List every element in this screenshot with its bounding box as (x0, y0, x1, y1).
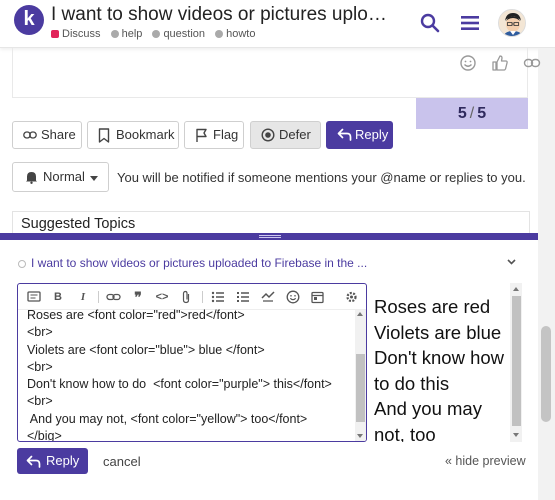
preview-scrollbar-thumb[interactable] (512, 296, 521, 426)
category-badge-icon (51, 30, 59, 38)
preview-line: Violets are blue (374, 321, 502, 343)
tag-howto[interactable]: howto (215, 28, 255, 40)
bookmark-icon (98, 128, 110, 143)
defer-label: Defer (279, 127, 311, 142)
flag-label: Flag (213, 127, 239, 142)
flag-icon (196, 128, 207, 142)
composer-reply-to[interactable]: I want to show videos or pictures upload… (18, 256, 367, 270)
topic-title[interactable]: I want to show videos or pictures upload… (51, 4, 396, 26)
defer-circle-icon (261, 128, 275, 142)
link-icon (23, 131, 37, 139)
tag-label: help (121, 28, 143, 40)
page-scrollbar-thumb[interactable] (541, 326, 551, 422)
tag-label: question (163, 28, 206, 40)
reply-label: Reply (355, 127, 389, 142)
caret-down-icon (90, 176, 98, 181)
smile-icon[interactable] (459, 54, 477, 72)
progress-separator: / (469, 105, 475, 122)
like-icon[interactable] (491, 54, 509, 72)
category-label: Discuss (62, 28, 101, 40)
avatar-image-icon (499, 10, 525, 36)
quote-icon[interactable] (27, 290, 41, 304)
cancel-link[interactable]: cancel (103, 454, 141, 469)
category-discuss[interactable]: Discuss (51, 28, 101, 40)
hide-details-icon[interactable] (261, 290, 275, 304)
scroll-up-arrow-icon[interactable] (357, 312, 363, 316)
progress-total: 5 (477, 105, 487, 122)
page-scrollbar[interactable] (538, 48, 555, 500)
site-logo[interactable]: k (14, 5, 44, 35)
emoji-icon[interactable] (286, 290, 300, 304)
bold-icon[interactable]: B (52, 290, 64, 304)
tag-question[interactable]: question (152, 28, 205, 40)
preview-line: Roses are red (374, 296, 491, 317)
user-avatar[interactable] (498, 9, 526, 37)
numbered-list-icon[interactable] (236, 290, 250, 304)
italic-icon[interactable]: I (77, 290, 89, 304)
preview-line: And you may (374, 398, 482, 419)
editor-scrollbar-thumb[interactable] (356, 354, 365, 422)
hide-preview-link[interactable]: « hide preview (445, 454, 526, 468)
tag-label: howto (226, 28, 256, 40)
bell-icon (26, 172, 37, 184)
breadcrumb: Discuss help question howto (51, 28, 262, 40)
site-header: k I want to show videos or pictures uplo… (0, 0, 555, 48)
progress-current: 5 (457, 105, 467, 122)
defer-button[interactable]: Defer (250, 121, 321, 149)
blockquote-icon[interactable]: ❞ (131, 290, 145, 304)
link-icon[interactable] (523, 54, 541, 72)
preview-content: Roses are red Violets are blue Don't kno… (374, 294, 510, 442)
notification-level-dropdown[interactable]: Normal (12, 162, 109, 192)
upload-paperclip-icon[interactable] (180, 290, 192, 304)
scroll-down-arrow-icon[interactable] (357, 434, 363, 438)
search-icon[interactable] (419, 12, 441, 34)
scroll-up-arrow-icon[interactable] (513, 287, 519, 291)
composer-preview: Roses are red Violets are blue Don't kno… (372, 283, 524, 442)
share-button[interactable]: Share (12, 121, 82, 149)
post-body (12, 48, 528, 98)
reply-to-dot-icon (18, 260, 26, 268)
preview-line: Don't know how (374, 347, 505, 368)
hamburger-menu-icon[interactable] (459, 12, 481, 34)
hyperlink-icon[interactable] (106, 290, 121, 304)
editor-textarea[interactable]: Roses are <font color="red">red</font> <… (27, 307, 352, 441)
reply-arrow-icon (26, 455, 41, 468)
reply-button[interactable]: Reply (326, 121, 393, 149)
tag-dot-icon (110, 30, 119, 38)
tag-dot-icon (152, 30, 161, 38)
share-label: Share (41, 127, 76, 142)
gear-icon[interactable] (345, 290, 358, 304)
notification-description: You will be notified if someone mentions… (117, 170, 526, 185)
scroll-down-arrow-icon[interactable] (513, 433, 519, 437)
bookmark-button[interactable]: Bookmark (87, 121, 179, 149)
reply-arrow-icon (337, 128, 352, 141)
bookmark-label: Bookmark (116, 127, 175, 142)
toolbar-divider (98, 291, 99, 303)
topic-progress[interactable]: 5/5 (416, 98, 528, 129)
composer-reply-button[interactable]: Reply (17, 448, 88, 474)
flag-button[interactable]: Flag (184, 121, 244, 149)
grip-handle-icon[interactable] (259, 235, 281, 238)
code-icon[interactable]: <> (155, 290, 169, 304)
app-root: k I want to show videos or pictures uplo… (0, 0, 555, 500)
chevron-down-icon[interactable] (506, 256, 517, 267)
toolbar-divider (202, 291, 203, 303)
composer-editor[interactable]: B I ❞ <> Roses are <font color="red">red… (17, 283, 367, 442)
composer-reply-label: Reply (46, 453, 80, 468)
calendar-icon[interactable] (311, 290, 324, 304)
reply-to-title: I want to show videos or pictures upload… (31, 256, 368, 270)
tag-help[interactable]: help (110, 28, 143, 40)
notification-level-label: Normal (43, 169, 85, 184)
tag-dot-icon (215, 30, 224, 38)
preview-line: to do this (374, 372, 450, 394)
bullet-list-icon[interactable] (211, 290, 225, 304)
preview-line: not, too (374, 423, 436, 443)
